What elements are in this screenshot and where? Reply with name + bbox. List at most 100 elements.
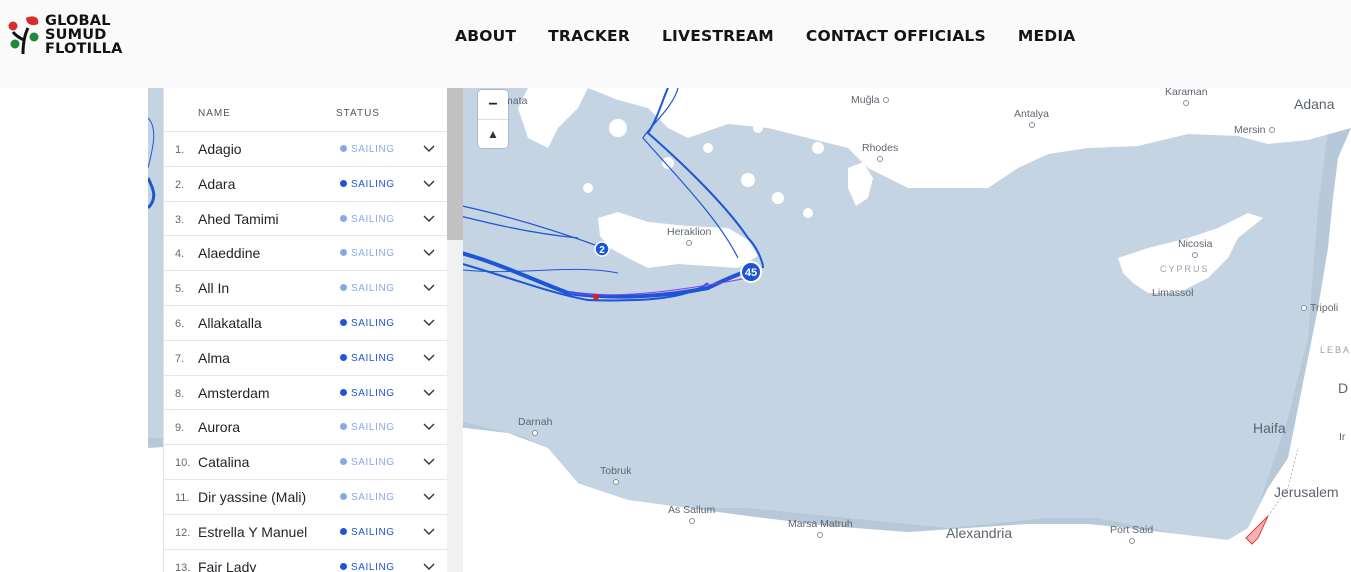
brand-line-2: SUMUD	[45, 27, 107, 43]
label-antalya: Antalya	[1014, 108, 1049, 131]
label-ir-edge: Ir	[1339, 431, 1346, 443]
label-darnah: Darnah	[518, 416, 552, 439]
vessel-row[interactable]: 2. Adara SAILING	[164, 165, 447, 201]
vessel-row[interactable]: 12. Estrella Y Manuel SAILING	[164, 513, 447, 549]
vessel-index: 6.	[175, 317, 185, 330]
vessel-name: Alma	[198, 349, 230, 366]
vessel-index: 12.	[175, 526, 191, 539]
status-dot-icon	[340, 179, 347, 187]
vessel-index: 7.	[175, 352, 185, 365]
label-mersin-text: Mersin	[1234, 124, 1266, 136]
city-dot-icon	[1192, 252, 1199, 259]
vessel-row[interactable]: 11. Dir yassine (Mali) SAILING	[164, 478, 447, 514]
vessel-name: Aurora	[198, 419, 241, 436]
chevron-down-icon[interactable]	[422, 176, 436, 190]
vessel-status-label: SAILING	[351, 526, 395, 538]
vessel-name: Fair Lady	[198, 558, 257, 572]
city-dot-icon	[612, 479, 619, 486]
vessel-row[interactable]: 10. Catalina SAILING	[164, 444, 447, 479]
vessel-index: 5.	[175, 283, 185, 296]
col-header-status: STATUS	[336, 108, 380, 119]
chevron-down-icon[interactable]	[422, 489, 436, 503]
compass-icon: ▲	[487, 127, 499, 141]
chevron-down-icon[interactable]	[422, 524, 436, 538]
label-nicosia: Nicosia	[1178, 238, 1212, 261]
label-leba: LEBA	[1320, 345, 1351, 355]
chevron-down-icon[interactable]	[422, 280, 436, 294]
status-dot-icon	[340, 388, 347, 396]
vessel-row[interactable]: 4. Alaeddine SAILING	[164, 235, 447, 270]
nav-livestream[interactable]: LIVESTREAM	[662, 27, 774, 45]
vessel-row[interactable]: 3. Ahed Tamimi SAILING	[164, 200, 447, 236]
nav-media[interactable]: MEDIA	[1018, 27, 1076, 45]
nav-about[interactable]: ABOUT	[455, 27, 516, 45]
vessel-row[interactable]: 5. All In SAILING	[164, 270, 447, 305]
nav-tracker[interactable]: TRACKER	[548, 27, 630, 45]
vessel-row[interactable]: 9. Aurora SAILING	[164, 409, 447, 444]
vessel-name: Ahed Tamimi	[198, 210, 279, 227]
brand-line-1: GLOBAL	[45, 13, 111, 29]
label-tripoli-text: Tripoli	[1310, 302, 1339, 314]
vessel-status-label: SAILING	[351, 248, 395, 260]
vessel-rows: 1. Adagio SAILING 2. Adara SAILING 3. Ahed Tami…	[164, 131, 447, 572]
vessel-row[interactable]: 1. Adagio SAILING	[164, 131, 447, 166]
chevron-down-icon[interactable]	[422, 454, 436, 468]
label-karaman: Karaman	[1165, 88, 1208, 109]
vessel-status: SAILING	[340, 283, 395, 294]
vessel-index: 2.	[175, 178, 185, 191]
vessel-index: 10.	[175, 457, 191, 470]
chevron-down-icon[interactable]	[422, 245, 436, 259]
vessel-status: SAILING	[340, 214, 395, 225]
status-dot-icon	[340, 562, 347, 570]
city-dot-icon	[1268, 127, 1275, 134]
vessel-status-label: SAILING	[351, 387, 395, 399]
chevron-down-icon[interactable]	[422, 315, 436, 329]
status-dot-icon	[340, 145, 347, 152]
vessel-index: 11.	[175, 491, 190, 504]
city-dot-icon	[817, 532, 824, 539]
vessel-status-label: SAILING	[351, 213, 395, 225]
scrollbar-thumb[interactable]	[447, 88, 463, 240]
status-dot-icon	[340, 284, 347, 292]
vessel-row[interactable]: 13. Fair Lady SAILING	[164, 548, 447, 572]
label-limassol: Limassol	[1152, 287, 1193, 299]
label-tripoli: Tripoli	[1298, 302, 1338, 314]
main-nav: ABOUT TRACKER LIVESTREAM CONTACT OFFICIA…	[455, 27, 1076, 45]
chevron-down-icon[interactable]	[422, 419, 436, 433]
chevron-down-icon[interactable]	[422, 211, 436, 225]
brand-line-3: FLOTILLA	[45, 41, 123, 57]
zoom-out-button[interactable]: −	[478, 90, 508, 119]
label-port-said: Port Said	[1110, 524, 1153, 547]
vessel-status-label: SAILING	[351, 561, 395, 572]
vessel-status: SAILING	[340, 492, 395, 503]
vessel-name: Allakatalla	[198, 314, 262, 331]
cluster-marker-large: 45	[740, 261, 762, 283]
vessel-status: SAILING	[340, 422, 395, 433]
chevron-down-icon[interactable]	[422, 559, 436, 572]
site-header: GLOBAL SUMUD FLOTILLA ABOUT TRACKER LIVE…	[0, 0, 1351, 88]
vessel-status: SAILING	[340, 318, 395, 329]
nav-contact-officials[interactable]: CONTACT OFFICIALS	[806, 27, 986, 45]
chevron-down-icon[interactable]	[422, 350, 436, 364]
vessel-row[interactable]: 8. Amsterdam SAILING	[164, 374, 447, 410]
chevron-down-icon[interactable]	[422, 141, 436, 155]
city-dot-icon	[1028, 122, 1035, 129]
vessel-status-label: SAILING	[351, 352, 395, 364]
selected-vessel-dot	[593, 294, 599, 300]
brand-logo[interactable]: GLOBAL SUMUD FLOTILLA	[8, 14, 148, 60]
vessel-row[interactable]: 6. Allakatalla SAILING	[164, 304, 447, 340]
label-cyprus: CYPRUS	[1160, 264, 1210, 274]
vessel-list-scrollbar[interactable]	[447, 88, 463, 572]
flotilla-logo-icon	[8, 16, 39, 55]
vessel-status-label: SAILING	[351, 457, 395, 469]
chevron-down-icon[interactable]	[422, 385, 436, 399]
vessel-index: 4.	[175, 248, 185, 261]
vessel-name: Catalina	[198, 454, 250, 471]
vessel-status-label: SAILING	[351, 178, 395, 190]
vessel-status: SAILING	[340, 527, 395, 538]
compass-button[interactable]: ▲	[478, 119, 508, 148]
city-dot-icon	[1183, 100, 1190, 107]
status-dot-icon	[340, 214, 347, 222]
vessel-row[interactable]: 7. Alma SAILING	[164, 339, 447, 375]
vessel-name: All In	[198, 280, 230, 297]
